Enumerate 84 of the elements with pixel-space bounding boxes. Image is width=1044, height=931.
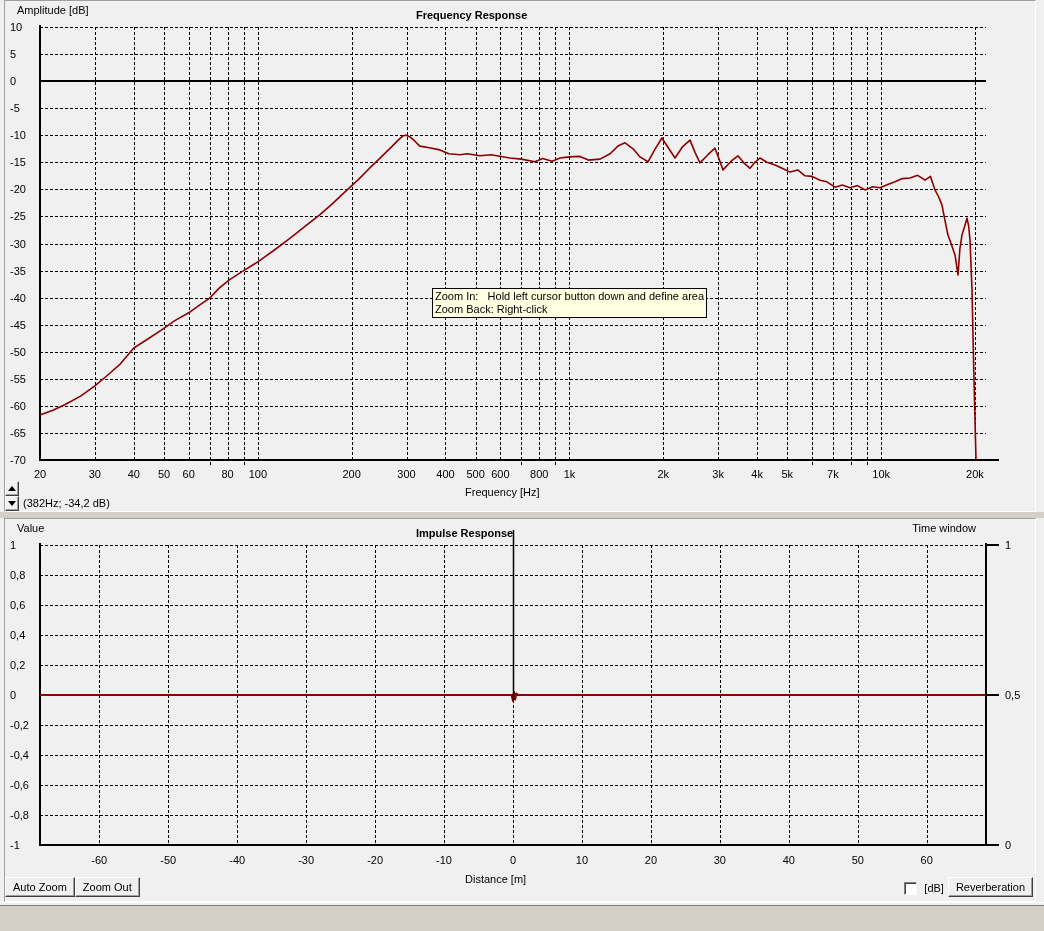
tick-label: 500 xyxy=(466,468,485,480)
tick-label: 1 xyxy=(10,539,17,551)
tick-label: -10 xyxy=(436,854,452,866)
tick-label: 400 xyxy=(436,468,455,480)
tick-label: 0,6 xyxy=(10,599,26,611)
tick-label: -45 xyxy=(10,318,26,331)
tick-label: 1k xyxy=(563,468,576,480)
tick-label: 50 xyxy=(157,468,171,480)
tick-label: 0,8 xyxy=(10,569,26,581)
axis-label: Frequency [Hz] xyxy=(465,485,540,499)
tick-label: -25 xyxy=(10,210,26,223)
tick-label: -0,6 xyxy=(10,779,29,791)
tick-label: 10 xyxy=(10,21,23,33)
tick-label: 200 xyxy=(342,468,361,480)
cursor-readout: (382Hz; -34,2 dB) xyxy=(22,497,110,510)
tick-label: 60 xyxy=(920,854,933,866)
tick-label: 300 xyxy=(397,468,416,480)
checkbox-label: [dB] xyxy=(924,881,944,895)
axis-label: Value xyxy=(17,522,45,534)
triangle-down-icon xyxy=(8,501,16,506)
axis-label: Distance [m] xyxy=(465,872,527,886)
tick-label: 0,5 xyxy=(1005,689,1021,701)
tick-label: 2k xyxy=(657,468,670,480)
tick-label: 40 xyxy=(782,854,795,866)
tick-label: 50 xyxy=(851,854,864,866)
tick-label: 60 xyxy=(182,468,195,480)
tick-label: 0,4 xyxy=(10,629,26,641)
tick-label: 100 xyxy=(248,468,267,480)
tick-label: 3k xyxy=(712,468,724,480)
tick-label: 0 xyxy=(509,854,517,866)
tick-label: -30 xyxy=(298,854,315,866)
tick-label: -50 xyxy=(10,345,26,358)
tick-label: -60 xyxy=(91,854,108,866)
tick-label: 20 xyxy=(33,468,47,480)
tick-label: 10 xyxy=(575,854,589,866)
tick-label: 20k xyxy=(966,468,984,480)
tick-label: 5 xyxy=(10,48,17,61)
tick-label: -35 xyxy=(10,264,26,277)
tick-label: -60 xyxy=(10,399,26,412)
tick-label: -5 xyxy=(10,102,20,115)
tick-label: -65 xyxy=(10,426,26,439)
tick-label: -70 xyxy=(10,454,26,466)
tick-label: 5k xyxy=(781,468,794,480)
tick-label: 600 xyxy=(491,468,510,480)
tick-label: -20 xyxy=(367,854,384,866)
tick-label: 10k xyxy=(872,468,890,480)
tick-label: 20 xyxy=(644,854,658,866)
axis-label: Amplitude [dB] xyxy=(17,4,89,16)
tick-label: -55 xyxy=(10,372,26,385)
reverberation-button[interactable]: Reverberation xyxy=(947,877,1033,897)
tick-label: 30 xyxy=(88,468,101,480)
tick-label: -10 xyxy=(10,129,26,142)
tick-label: -40 xyxy=(229,854,246,866)
tick-label: 80 xyxy=(221,468,234,480)
tooltip-line: Zoom Back: Right-click xyxy=(435,303,549,316)
tick-label: 0,2 xyxy=(10,659,26,671)
tick-label: 40 xyxy=(127,468,140,480)
tick-label: -15 xyxy=(10,156,26,169)
tick-label: -1 xyxy=(10,839,20,851)
auto-zoom-button[interactable]: Auto Zoom xyxy=(5,877,75,897)
tick-label: 0 xyxy=(1005,839,1012,851)
tick-label: 7k xyxy=(827,468,839,480)
zoom-out-button[interactable]: Zoom Out xyxy=(74,877,140,897)
tick-label: 30 xyxy=(713,854,726,866)
checkbox[interactable] xyxy=(904,881,918,895)
tick-label: 0 xyxy=(10,75,17,88)
tick-label: 1 xyxy=(1005,539,1012,551)
up-button[interactable] xyxy=(5,481,19,496)
triangle-up-icon xyxy=(8,486,16,491)
tick-label: 4k xyxy=(751,468,763,480)
tick-label: -20 xyxy=(10,183,26,196)
axis-label: Time window xyxy=(912,522,976,534)
tick-label: -0,8 xyxy=(10,809,29,821)
tick-label: -50 xyxy=(160,854,177,866)
down-button[interactable] xyxy=(5,496,19,511)
tick-label: -40 xyxy=(10,291,26,304)
tick-label: -0,4 xyxy=(10,749,29,761)
chart-title: Impulse Response xyxy=(416,527,514,539)
chart-title: Frequency Response xyxy=(416,9,528,21)
tick-label: 800 xyxy=(530,468,549,480)
tooltip-line: Zoom In: Hold left cursor button down and define area xyxy=(435,290,705,303)
tick-label: -0,2 xyxy=(10,719,29,731)
tick-label: 0 xyxy=(10,689,17,701)
tick-label: -30 xyxy=(10,237,26,250)
